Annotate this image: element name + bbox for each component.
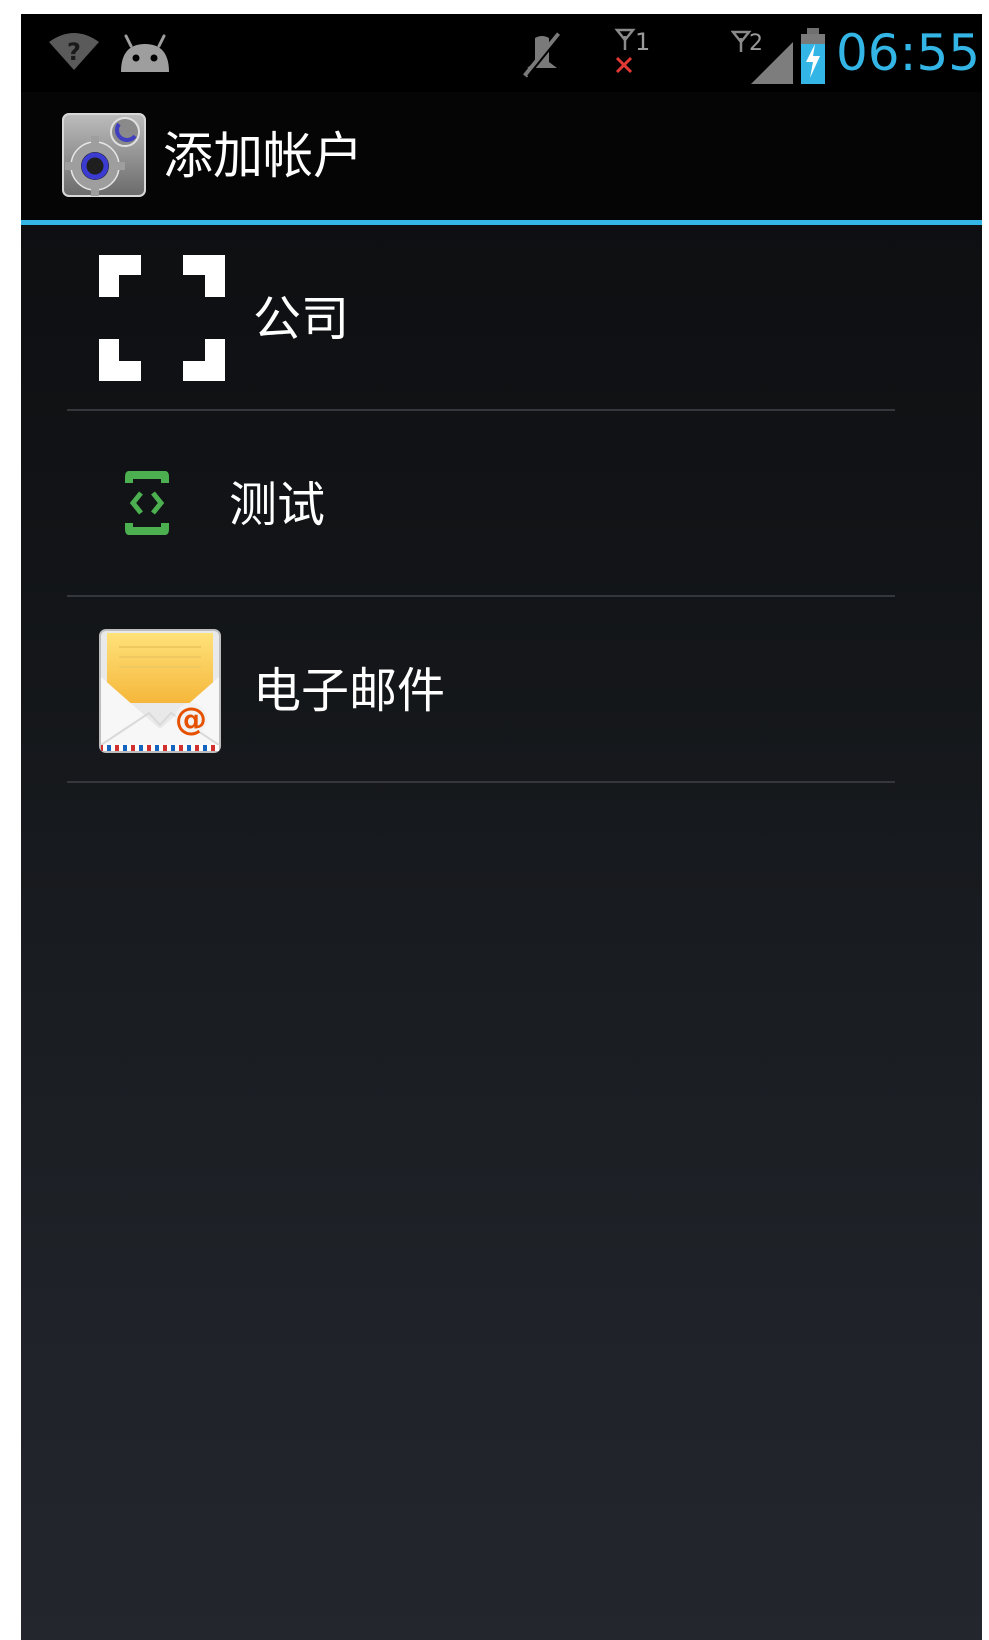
sync-test-icon: [125, 471, 169, 535]
svg-text:1: 1: [635, 28, 650, 56]
list-item-corporate[interactable]: 公司: [21, 225, 982, 409]
list-divider: [67, 781, 895, 783]
page-title: 添加帐户: [163, 127, 363, 185]
wifi-unknown-icon: ?: [49, 33, 99, 70]
action-bar: 添加帐户: [21, 92, 982, 220]
sim1-no-signal-icon: 1: [614, 28, 650, 74]
battery-charging-icon: [801, 28, 825, 84]
svg-text:@: @: [175, 700, 207, 738]
list-item-label: 测试: [229, 477, 326, 533]
svg-text:2: 2: [749, 31, 763, 56]
email-envelope-icon: @: [99, 629, 221, 753]
list-item-label: 电子邮件: [253, 663, 446, 719]
sim2-signal-icon: 2: [731, 30, 793, 84]
list-item-email[interactable]: @ 电子邮件: [21, 597, 982, 781]
settings-gear-icon[interactable]: [61, 112, 147, 198]
mute-icon: [523, 32, 563, 78]
status-bar: ? 1 2 06:55: [21, 14, 982, 92]
status-clock: 06:55: [836, 24, 981, 82]
list-item-label: 公司: [253, 291, 350, 347]
list-item-test[interactable]: 测试: [21, 411, 982, 595]
svg-text:?: ?: [67, 38, 81, 66]
corporate-bracket-icon: [99, 255, 225, 381]
phone-screen: ? 1 2 06:55 添加帐户 公司 测试 @ 电子邮件: [21, 14, 982, 1640]
android-debug-icon: [121, 34, 169, 72]
